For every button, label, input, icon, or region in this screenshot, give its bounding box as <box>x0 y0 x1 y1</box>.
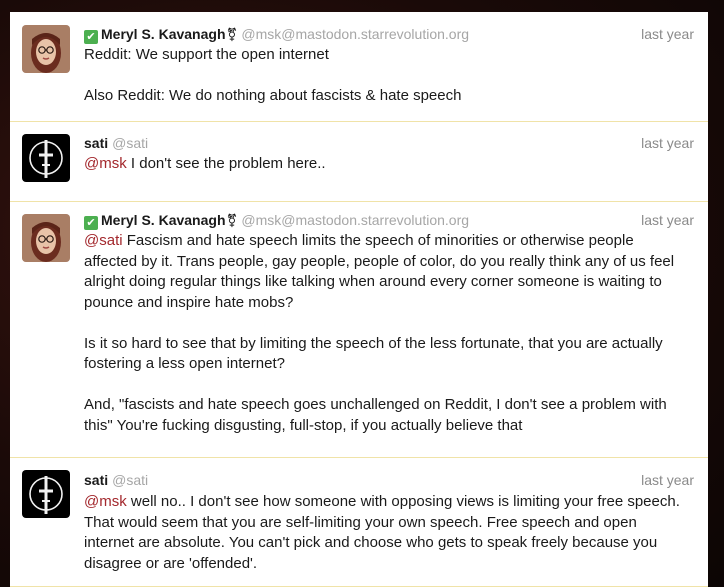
content-paragraph: Also Reddit: We do nothing about fascist… <box>84 87 462 104</box>
status-content: @msk I don't see the problem here.. <box>84 154 688 175</box>
content-text: well no.. I don't see how someone with o… <box>84 493 680 572</box>
woman-portrait-avatar[interactable] <box>22 214 70 262</box>
verified-check-icon: ✔ <box>84 30 98 44</box>
content-paragraph: And, "fascists and hate speech goes unch… <box>84 396 667 434</box>
mention-link[interactable]: @msk <box>84 493 127 510</box>
cross-symbol-avatar[interactable] <box>22 470 70 518</box>
transgender-symbol-icon: ⚧ <box>226 28 238 43</box>
cross-symbol-avatar[interactable] <box>22 134 70 182</box>
content-text: Fascism and hate speech limits the speec… <box>84 232 675 311</box>
timeline-panel[interactable]: ✔ Meryl S. Kavanagh⚧ @msk@mastodon.starrev… <box>10 12 708 587</box>
mention-link[interactable]: @sati <box>84 232 123 249</box>
status-content: @sati Fascism and hate speech limits the… <box>84 231 688 436</box>
content-paragraph: Is it so hard to see that by limiting th… <box>84 334 663 373</box>
status-item[interactable]: sati @sati last year @msk I don't see the… <box>10 122 708 202</box>
verified-check-icon: ✔ <box>84 216 98 230</box>
status-item[interactable]: ✔ Meryl S. Kavanagh⚧ @msk@mastodon.starrev… <box>10 202 708 458</box>
user-handle[interactable]: @sati <box>112 472 148 488</box>
mention-link[interactable]: @msk <box>84 155 127 172</box>
transgender-symbol-icon: ⚧ <box>226 214 238 229</box>
status-content: Reddit: We support the open internet Als… <box>84 45 688 107</box>
timestamp[interactable]: last year <box>641 210 694 230</box>
status-header: sati @sati last year <box>84 470 694 490</box>
content-text: I don't see the problem here.. <box>126 155 326 172</box>
woman-portrait-avatar[interactable] <box>22 25 70 73</box>
timestamp[interactable]: last year <box>641 24 694 44</box>
timestamp[interactable]: last year <box>641 470 694 490</box>
status-content: @msk well no.. I don't see how someone w… <box>84 492 688 574</box>
status-item[interactable]: ✔ Meryl S. Kavanagh⚧ @msk@mastodon.starrev… <box>10 12 708 122</box>
user-handle[interactable]: @msk@mastodon.starrevolution.org <box>241 26 469 42</box>
display-name[interactable]: Meryl S. Kavanagh <box>101 26 226 42</box>
display-name[interactable]: sati <box>84 472 108 488</box>
content-paragraph: @msk well no.. I don't see how someone w… <box>84 492 688 574</box>
user-handle[interactable]: @msk@mastodon.starrevolution.org <box>241 212 469 228</box>
timestamp[interactable]: last year <box>641 133 694 153</box>
status-header: ✔ Meryl S. Kavanagh⚧ @msk@mastodon.starrev… <box>84 24 694 44</box>
status-header: sati @sati last year <box>84 133 694 153</box>
content-paragraph: @sati Fascism and hate speech limits the… <box>84 231 688 313</box>
display-name[interactable]: Meryl S. Kavanagh <box>101 212 226 228</box>
content-paragraph: @msk I don't see the problem here.. <box>84 154 688 175</box>
display-name[interactable]: sati <box>84 135 108 151</box>
user-handle[interactable]: @sati <box>112 135 148 151</box>
status-item[interactable]: sati @sati last year @msk well no.. I don… <box>10 458 708 587</box>
status-header: ✔ Meryl S. Kavanagh⚧ @msk@mastodon.starrev… <box>84 210 694 230</box>
content-paragraph: Reddit: We support the open internet <box>84 46 329 63</box>
